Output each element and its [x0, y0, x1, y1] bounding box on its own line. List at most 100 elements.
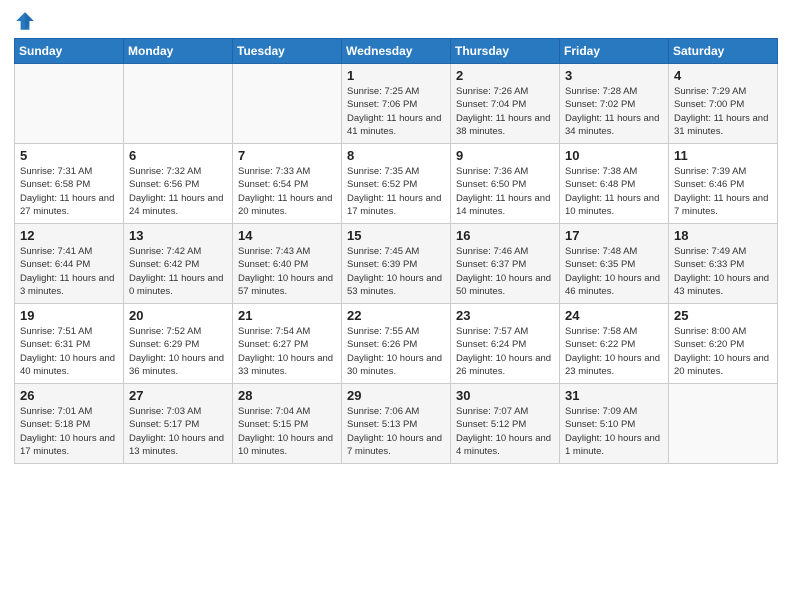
- day-info: Sunrise: 7:07 AM Sunset: 5:12 PM Dayligh…: [456, 405, 554, 458]
- day-number: 9: [456, 148, 554, 163]
- calendar-cell: 28Sunrise: 7:04 AM Sunset: 5:15 PM Dayli…: [233, 384, 342, 464]
- day-number: 6: [129, 148, 227, 163]
- calendar-cell: 4 Sunrise: 7:29 AM Sunset: 7:00 PM Daylig…: [669, 64, 778, 144]
- day-number: 17: [565, 228, 663, 243]
- day-info: Sunrise: 7:54 AM Sunset: 6:27 PM Dayligh…: [238, 325, 336, 378]
- day-number: 29: [347, 388, 445, 403]
- calendar-cell: 10 Sunrise: 7:38 AM Sunset: 6:48 PM Dayli…: [560, 144, 669, 224]
- day-info: Sunrise: 7:45 AM Sunset: 6:39 PM Dayligh…: [347, 245, 445, 298]
- day-number: 26: [20, 388, 118, 403]
- calendar-header-monday: Monday: [124, 39, 233, 64]
- calendar-cell: 18 Sunrise: 7:49 AM Sunset: 6:33 PM Dayli…: [669, 224, 778, 304]
- calendar-cell: [233, 64, 342, 144]
- day-number: 11: [674, 148, 772, 163]
- day-info: Sunrise: 7:43 AM Sunset: 6:40 PM Dayligh…: [238, 245, 336, 298]
- day-number: 20: [129, 308, 227, 323]
- page-header: [14, 10, 778, 32]
- calendar-table: SundayMondayTuesdayWednesdayThursdayFrid…: [14, 38, 778, 464]
- day-info: Sunrise: 7:46 AM Sunset: 6:37 PM Dayligh…: [456, 245, 554, 298]
- day-info: Sunrise: 7:35 AM Sunset: 6:52 PM Dayligh…: [347, 165, 445, 218]
- day-number: 1: [347, 68, 445, 83]
- day-info: Sunrise: 7:38 AM Sunset: 6:48 PM Dayligh…: [565, 165, 663, 218]
- day-number: 23: [456, 308, 554, 323]
- calendar-cell: 26 Sunrise: 7:01 AM Sunset: 5:18 PM Dayli…: [15, 384, 124, 464]
- day-number: 21: [238, 308, 336, 323]
- day-number: 16: [456, 228, 554, 243]
- logo: [14, 10, 40, 32]
- day-info: Sunrise: 7:01 AM Sunset: 5:18 PM Dayligh…: [20, 405, 118, 458]
- day-info: Sunrise: 7:31 AM Sunset: 6:58 PM Dayligh…: [20, 165, 118, 218]
- calendar-week-row: 26 Sunrise: 7:01 AM Sunset: 5:18 PM Dayli…: [15, 384, 778, 464]
- day-info: Sunrise: 7:26 AM Sunset: 7:04 PM Dayligh…: [456, 85, 554, 138]
- day-info: Sunrise: 7:41 AM Sunset: 6:44 PM Dayligh…: [20, 245, 118, 298]
- calendar-header-sunday: Sunday: [15, 39, 124, 64]
- day-info: Sunrise: 8:00 AM Sunset: 6:20 PM Dayligh…: [674, 325, 772, 378]
- calendar-cell: 11 Sunrise: 7:39 AM Sunset: 6:46 PM Dayli…: [669, 144, 778, 224]
- calendar-cell: 5 Sunrise: 7:31 AM Sunset: 6:58 PM Daylig…: [15, 144, 124, 224]
- day-info: Sunrise: 7:32 AM Sunset: 6:56 PM Dayligh…: [129, 165, 227, 218]
- day-info: Sunrise: 7:09 AM Sunset: 5:10 PM Dayligh…: [565, 405, 663, 458]
- day-number: 31: [565, 388, 663, 403]
- day-info: Sunrise: 7:55 AM Sunset: 6:26 PM Dayligh…: [347, 325, 445, 378]
- calendar-cell: 31 Sunrise: 7:09 AM Sunset: 5:10 PM Dayli…: [560, 384, 669, 464]
- calendar-cell: [669, 384, 778, 464]
- calendar-cell: 2 Sunrise: 7:26 AM Sunset: 7:04 PM Daylig…: [451, 64, 560, 144]
- calendar-cell: 19 Sunrise: 7:51 AM Sunset: 6:31 PM Dayli…: [15, 304, 124, 384]
- day-number: 12: [20, 228, 118, 243]
- day-number: 25: [674, 308, 772, 323]
- calendar-cell: 15 Sunrise: 7:45 AM Sunset: 6:39 PM Dayli…: [342, 224, 451, 304]
- day-info: Sunrise: 7:39 AM Sunset: 6:46 PM Dayligh…: [674, 165, 772, 218]
- calendar-cell: 17 Sunrise: 7:48 AM Sunset: 6:35 PM Dayli…: [560, 224, 669, 304]
- calendar-header-row: SundayMondayTuesdayWednesdayThursdayFrid…: [15, 39, 778, 64]
- calendar-cell: 29Sunrise: 7:06 AM Sunset: 5:13 PM Dayli…: [342, 384, 451, 464]
- calendar-cell: 20Sunrise: 7:52 AM Sunset: 6:29 PM Dayli…: [124, 304, 233, 384]
- day-info: Sunrise: 7:29 AM Sunset: 7:00 PM Dayligh…: [674, 85, 772, 138]
- day-number: 3: [565, 68, 663, 83]
- calendar-cell: 21 Sunrise: 7:54 AM Sunset: 6:27 PM Dayli…: [233, 304, 342, 384]
- calendar-cell: 6 Sunrise: 7:32 AM Sunset: 6:56 PM Daylig…: [124, 144, 233, 224]
- day-info: Sunrise: 7:49 AM Sunset: 6:33 PM Dayligh…: [674, 245, 772, 298]
- day-number: 15: [347, 228, 445, 243]
- day-number: 27: [129, 388, 227, 403]
- day-number: 30: [456, 388, 554, 403]
- day-number: 18: [674, 228, 772, 243]
- day-number: 7: [238, 148, 336, 163]
- calendar-header-friday: Friday: [560, 39, 669, 64]
- day-info: Sunrise: 7:57 AM Sunset: 6:24 PM Dayligh…: [456, 325, 554, 378]
- calendar-cell: 13Sunrise: 7:42 AM Sunset: 6:42 PM Dayli…: [124, 224, 233, 304]
- calendar-cell: 14 Sunrise: 7:43 AM Sunset: 6:40 PM Dayli…: [233, 224, 342, 304]
- day-info: Sunrise: 7:28 AM Sunset: 7:02 PM Dayligh…: [565, 85, 663, 138]
- day-info: Sunrise: 7:58 AM Sunset: 6:22 PM Dayligh…: [565, 325, 663, 378]
- day-info: Sunrise: 7:42 AM Sunset: 6:42 PM Dayligh…: [129, 245, 227, 298]
- calendar-week-row: 1 Sunrise: 7:25 AM Sunset: 7:06 PM Daylig…: [15, 64, 778, 144]
- calendar-cell: 12 Sunrise: 7:41 AM Sunset: 6:44 PM Dayli…: [15, 224, 124, 304]
- calendar-week-row: 12 Sunrise: 7:41 AM Sunset: 6:44 PM Dayli…: [15, 224, 778, 304]
- day-number: 2: [456, 68, 554, 83]
- calendar-cell: 23 Sunrise: 7:57 AM Sunset: 6:24 PM Dayli…: [451, 304, 560, 384]
- calendar-cell: 7 Sunrise: 7:33 AM Sunset: 6:54 PM Daylig…: [233, 144, 342, 224]
- calendar-header-saturday: Saturday: [669, 39, 778, 64]
- calendar-cell: 1 Sunrise: 7:25 AM Sunset: 7:06 PM Daylig…: [342, 64, 451, 144]
- day-info: Sunrise: 7:33 AM Sunset: 6:54 PM Dayligh…: [238, 165, 336, 218]
- calendar-cell: 8Sunrise: 7:35 AM Sunset: 6:52 PM Daylig…: [342, 144, 451, 224]
- calendar-week-row: 19 Sunrise: 7:51 AM Sunset: 6:31 PM Dayli…: [15, 304, 778, 384]
- day-info: Sunrise: 7:36 AM Sunset: 6:50 PM Dayligh…: [456, 165, 554, 218]
- page-container: SundayMondayTuesdayWednesdayThursdayFrid…: [0, 0, 792, 612]
- calendar-cell: 24Sunrise: 7:58 AM Sunset: 6:22 PM Dayli…: [560, 304, 669, 384]
- calendar-cell: [15, 64, 124, 144]
- day-number: 10: [565, 148, 663, 163]
- day-info: Sunrise: 7:25 AM Sunset: 7:06 PM Dayligh…: [347, 85, 445, 138]
- calendar-header-thursday: Thursday: [451, 39, 560, 64]
- logo-icon: [14, 10, 36, 32]
- day-number: 5: [20, 148, 118, 163]
- calendar-cell: 22Sunrise: 7:55 AM Sunset: 6:26 PM Dayli…: [342, 304, 451, 384]
- day-number: 14: [238, 228, 336, 243]
- day-number: 4: [674, 68, 772, 83]
- day-info: Sunrise: 7:51 AM Sunset: 6:31 PM Dayligh…: [20, 325, 118, 378]
- calendar-header-wednesday: Wednesday: [342, 39, 451, 64]
- day-info: Sunrise: 7:48 AM Sunset: 6:35 PM Dayligh…: [565, 245, 663, 298]
- day-info: Sunrise: 7:03 AM Sunset: 5:17 PM Dayligh…: [129, 405, 227, 458]
- calendar-cell: 25 Sunrise: 8:00 AM Sunset: 6:20 PM Dayli…: [669, 304, 778, 384]
- calendar-cell: 3 Sunrise: 7:28 AM Sunset: 7:02 PM Daylig…: [560, 64, 669, 144]
- day-number: 19: [20, 308, 118, 323]
